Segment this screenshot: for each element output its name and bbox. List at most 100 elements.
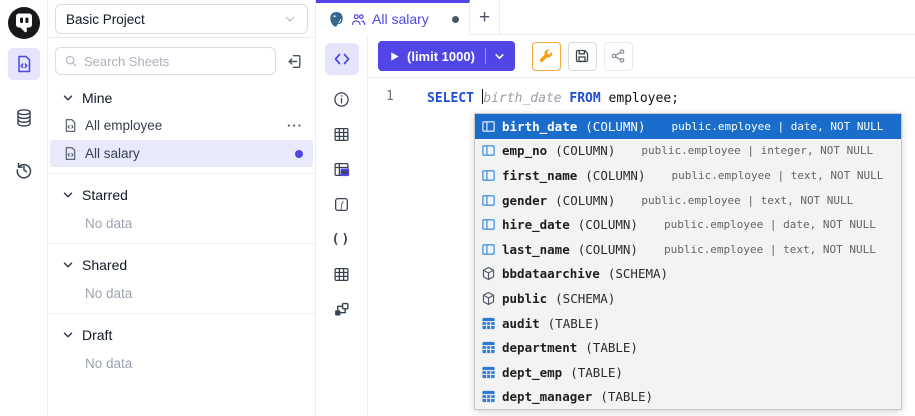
project-selector[interactable]: Basic Project [55,4,308,34]
autocomplete-item[interactable]: dept_emp (TABLE) [475,360,901,385]
autocomplete-label: last_name [502,242,570,257]
autocomplete-item[interactable]: audit(TABLE) [475,311,901,336]
chevron-down-icon [62,329,74,341]
sheet-item-label: All salary [85,146,288,161]
section-draft[interactable]: Draft [48,322,315,348]
autocomplete-label: dept_manager [502,389,592,404]
sql-editor-app: Basic Project Mine All employee ··· [0,0,915,416]
autocomplete-item[interactable]: emp_no(COLUMN)public.employee | integer,… [475,139,901,164]
section-mine[interactable]: Mine [48,85,315,111]
sheet-item-all-salary[interactable]: All salary [50,140,313,167]
sheet-icon [63,146,78,161]
postgresql-icon [328,11,345,28]
code-panel-icon[interactable] [325,43,359,75]
autocomplete-label: department [502,340,577,355]
table-data-masking-icon[interactable] [331,158,353,180]
autocomplete-item[interactable]: department(TABLE) [475,335,901,360]
autocomplete-item[interactable]: first_name (COLUMN) public.employee | text… [475,163,901,188]
autocomplete-item[interactable]: hire_date(COLUMN)public.employee | date,… [475,212,901,237]
new-tab-button[interactable]: + [470,0,500,35]
autocomplete-detail: public.employee | date, NOT NULL [671,120,883,133]
chevron-down-icon [62,259,74,271]
divider [48,243,315,244]
empty-state: No data [48,286,315,301]
tables-icon[interactable] [331,123,353,145]
line-number: 1 [386,89,394,104]
worksheets-rail-icon[interactable] [8,48,40,80]
autocomplete-detail: public.employee | text, NOT NULL [671,169,883,182]
sheets-sidebar: Basic Project Mine All employee ··· [48,0,316,416]
project-row: Basic Project [48,0,315,38]
autocomplete-label: first_name [502,168,577,183]
bytebase-logo[interactable] [7,6,41,40]
sql-code-editor[interactable]: 1 SELECT birth_date FROM employee; birth… [368,78,915,416]
history-rail-icon[interactable] [8,154,40,186]
chevron-down-icon [62,92,74,104]
autocomplete-label: birth_date [502,119,577,134]
shared-users-icon [351,12,366,27]
more-options-icon[interactable]: ··· [287,118,303,133]
chevron-down-icon [283,12,297,26]
procedures-icon[interactable]: () [331,228,353,250]
info-icon[interactable] [331,88,353,110]
play-icon [389,51,400,62]
divider [48,313,315,314]
unsaved-dot-icon [452,16,459,23]
column-icon [480,118,496,134]
import-sheet-icon[interactable] [280,47,308,75]
autocomplete-kind: (COLUMN) [578,242,638,257]
section-label: Draft [82,327,112,343]
column-icon [480,167,496,183]
schema-diagram-icon[interactable] [331,298,353,320]
column-icon [480,217,496,233]
search-icon [64,54,78,68]
section-label: Starred [82,187,128,203]
search-input[interactable] [84,54,267,69]
autocomplete-kind: (TABLE) [570,365,623,380]
sheets-tree: Mine All employee ··· All salary Starred… [48,85,315,371]
databases-rail-icon[interactable] [8,102,40,134]
autocomplete-kind: (COLUMN) [585,168,645,183]
run-label: (limit 1000) [407,49,475,64]
svg-text:f: f [340,199,344,210]
autocomplete-kind: (COLUMN) [578,217,638,232]
active-sheet-dot [295,150,303,158]
tab-all-salary[interactable]: All salary [316,0,470,35]
empty-state: No data [48,356,315,371]
run-query-button[interactable]: (limit 1000) [378,41,515,71]
search-box [55,47,276,75]
parens-glyph: () [332,232,352,247]
section-shared[interactable]: Shared [48,252,315,278]
schema-icon [480,266,496,282]
autocomplete-kind: (SCHEMA) [608,266,668,281]
sheet-item-all-employee[interactable]: All employee ··· [50,112,313,139]
section-starred[interactable]: Starred [48,182,315,208]
external-tables-icon[interactable] [331,263,353,285]
code-token-plain: employee; [601,91,679,106]
admin-wrench-button[interactable] [532,42,561,71]
autocomplete-label: public [502,291,547,306]
autocomplete-kind: (COLUMN) [555,193,615,208]
editor-toolbar: (limit 1000) [368,35,915,78]
functions-icon[interactable]: f [331,193,353,215]
autocomplete-item[interactable]: last_name(COLUMN)public.employee | text,… [475,237,901,262]
share-button[interactable] [604,42,633,71]
tab-bar: All salary + [316,0,915,35]
autocomplete-item[interactable]: gender(COLUMN)public.employee | text, NO… [475,188,901,213]
column-icon [480,143,496,159]
save-button[interactable] [568,42,597,71]
divider [48,173,315,174]
autocomplete-label: dept_emp [502,365,562,380]
code-token-ghost: birth_date [483,91,561,106]
autocomplete-item[interactable]: dept_manager (TABLE) [475,385,901,410]
search-row [48,47,315,75]
chevron-down-icon [62,189,74,201]
autocomplete-detail: public.employee | integer, NOT NULL [641,144,873,157]
autocomplete-item[interactable]: public(SCHEMA) [475,286,901,311]
autocomplete-item[interactable]: bbdataarchive(SCHEMA) [475,262,901,287]
autocomplete-detail: public.employee | text, NOT NULL [641,194,853,207]
autocomplete-kind: (COLUMN) [585,119,645,134]
autocomplete-kind: (TABLE) [600,389,653,404]
autocomplete-item[interactable]: birth_date (COLUMN) public.employee | date… [475,114,901,139]
chevron-down-icon[interactable] [493,50,506,63]
